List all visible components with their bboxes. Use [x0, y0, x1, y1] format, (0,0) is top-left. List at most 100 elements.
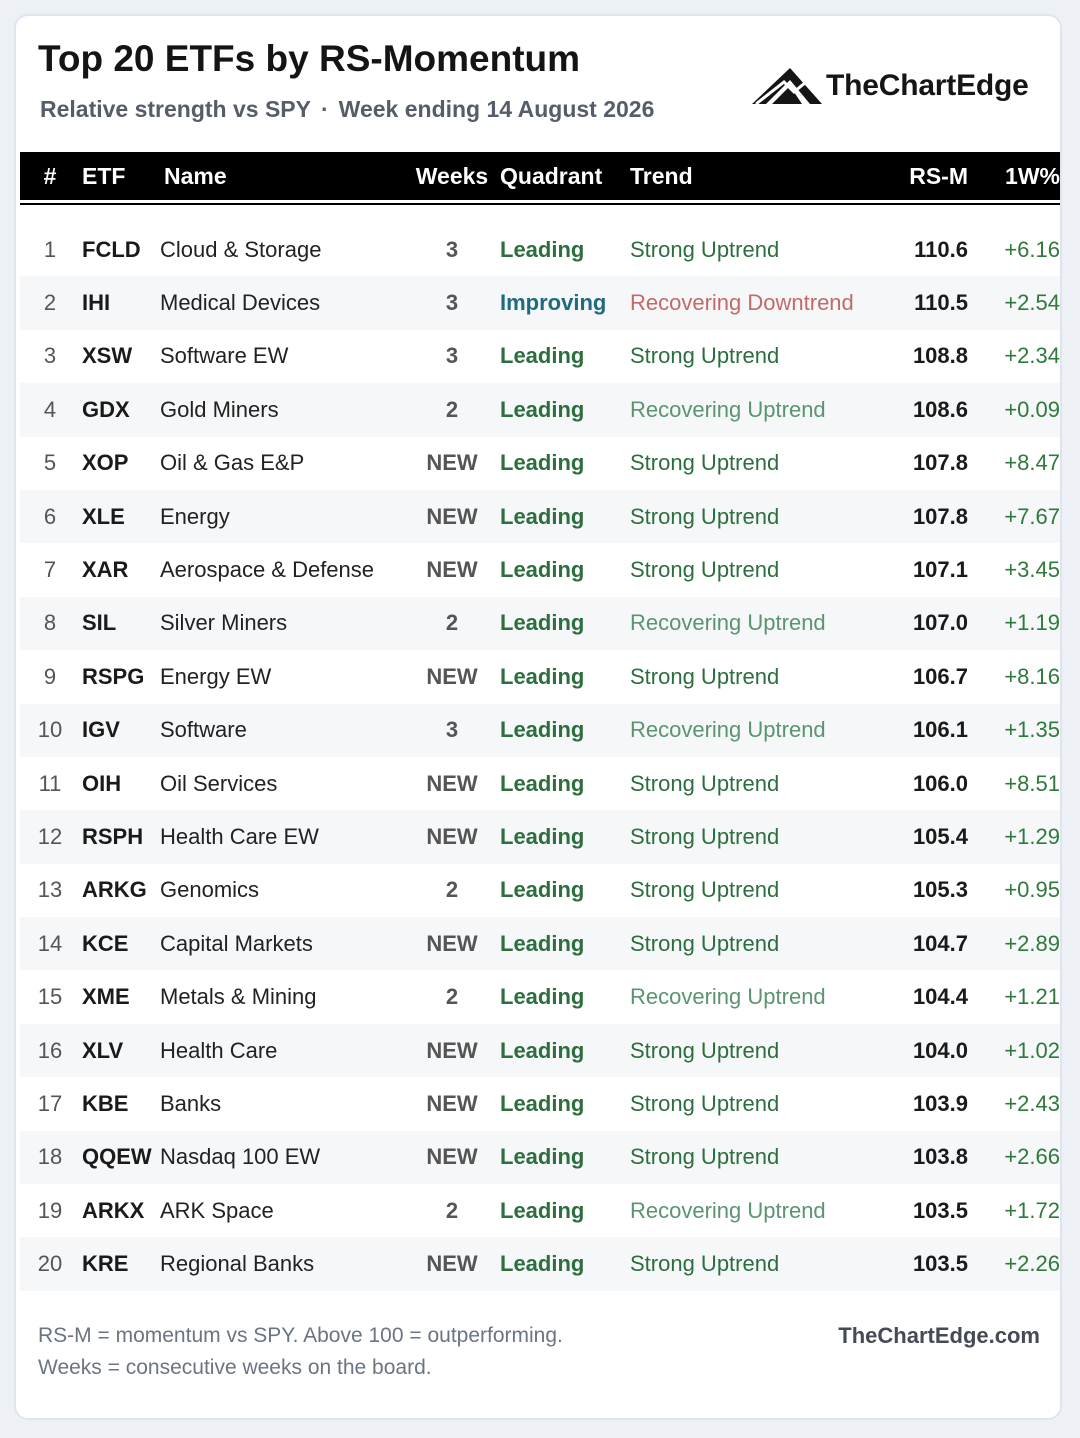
cell-weeks: 3 — [445, 290, 459, 316]
brand-name: TheChartEdge — [826, 69, 1029, 102]
cell-weeks: 2 — [445, 877, 459, 903]
table-row: 17 KBE Banks NEW Leading Strong Uptrend 103.9 +… — [20, 1077, 1060, 1130]
cell-change: +8.47 — [1004, 450, 1060, 476]
cell-etf: ARKG — [82, 877, 147, 903]
cell-trend: Strong Uptrend — [630, 930, 780, 956]
cell-etf: RSPH — [82, 823, 144, 849]
cell-rank: 8 — [43, 610, 57, 636]
cell-rank: 10 — [37, 717, 63, 743]
cell-trend: Strong Uptrend — [630, 1090, 780, 1116]
cell-rsm: 110.6 — [914, 236, 968, 262]
cell-rsm: 104.4 — [912, 984, 968, 1010]
cell-weeks: NEW — [426, 1251, 478, 1277]
subtitle-week: Week ending 14 August 2026 — [338, 96, 655, 122]
table-row: 10 IGV Software 3 Leading Recovering Uptrend 1… — [20, 703, 1060, 757]
cell-change: +0.95 — [1004, 877, 1060, 903]
cell-etf: XSW — [82, 343, 133, 369]
cell-trend: Strong Uptrend — [630, 1037, 780, 1063]
cell-etf: XLV — [82, 1037, 124, 1063]
cell-weeks: NEW — [426, 503, 478, 529]
cell-weeks: NEW — [426, 557, 478, 583]
col-header-quadrant: Quadrant — [500, 162, 603, 189]
table-row: 20 KRE Regional Banks NEW Leading Strong Uptr… — [20, 1237, 1060, 1291]
cell-rank: 7 — [43, 557, 57, 583]
cell-name: Genomics — [160, 877, 260, 903]
cell-trend: Recovering Uptrend — [630, 1197, 826, 1223]
cell-weeks: 3 — [445, 236, 459, 262]
table-row: 11 OIH Oil Services NEW Leading Strong Uptren… — [20, 757, 1060, 810]
report-card: Top 20 ETFs by RS-Momentum Relative stre… — [14, 14, 1062, 1420]
cell-change: +8.16 — [1004, 663, 1060, 689]
cell-etf: GDX — [82, 396, 130, 422]
cell-rsm: 107.1 — [912, 557, 968, 583]
cell-rsm: 106.1 — [912, 717, 968, 743]
cell-weeks: NEW — [426, 1144, 478, 1170]
header-rule — [20, 203, 1060, 205]
cell-weeks: NEW — [426, 1037, 478, 1063]
cell-change: +8.51 — [1004, 770, 1060, 796]
cell-trend: Recovering Uptrend — [630, 717, 826, 743]
cell-weeks: 3 — [445, 343, 459, 369]
cell-trend: Strong Uptrend — [630, 343, 780, 369]
cell-change: +0.09 — [1004, 396, 1060, 422]
table-row: 3 XSW Software EW 3 Leading Strong Uptrend 108… — [20, 330, 1060, 383]
cell-etf: IHI — [82, 290, 111, 316]
cell-change: +2.34 — [1004, 343, 1060, 369]
table-header: # ETF Name Weeks Quadrant Trend RS-M 1W% — [20, 152, 1060, 200]
cell-weeks: NEW — [426, 1090, 478, 1116]
cell-quadrant: Leading — [500, 1197, 585, 1223]
cell-rsm: 104.7 — [912, 930, 968, 956]
cell-quadrant: Leading — [500, 663, 585, 689]
table-row: 12 RSPH Health Care EW NEW Leading Strong Upt… — [20, 810, 1060, 864]
cell-etf: SIL — [82, 610, 117, 636]
table-body: 1 FCLD Cloud & Storage 3 Leading Strong Uptre… — [20, 223, 1060, 1291]
cell-change: +6.16 — [1004, 236, 1060, 262]
cell-name: Cloud & Storage — [160, 236, 322, 262]
cell-change: +2.89 — [1004, 930, 1060, 956]
cell-trend: Strong Uptrend — [630, 450, 780, 476]
table-row: 15 XME Metals & Mining 2 Leading Recovering U… — [20, 970, 1060, 1023]
cell-rank: 4 — [43, 396, 57, 422]
cell-quadrant: Leading — [500, 1037, 585, 1063]
cell-change: +2.54 — [1004, 290, 1060, 316]
cell-trend: Recovering Uptrend — [630, 396, 826, 422]
cell-change: +3.45 — [1004, 557, 1060, 583]
cell-etf: XAR — [82, 557, 129, 583]
cell-rsm: 107.8 — [912, 450, 968, 476]
cell-quadrant: Improving — [500, 290, 607, 316]
cell-rsm: 108.8 — [912, 343, 968, 369]
cell-name: Nasdaq 100 EW — [160, 1144, 321, 1170]
cell-rank: 19 — [37, 1197, 63, 1223]
cell-weeks: NEW — [426, 663, 478, 689]
cell-weeks: 2 — [445, 610, 459, 636]
cell-name: Oil & Gas E&P — [160, 450, 305, 476]
cell-weeks: NEW — [426, 450, 478, 476]
table-row: 8 SIL Silver Miners 2 Leading Recovering Uptr… — [20, 596, 1060, 651]
cell-quadrant: Leading — [500, 770, 585, 796]
table-row: 1 FCLD Cloud & Storage 3 Leading Strong Uptre… — [20, 223, 1060, 276]
cell-quadrant: Leading — [500, 610, 585, 636]
cell-weeks: NEW — [426, 823, 478, 849]
cell-rsm: 107.0 — [912, 610, 968, 636]
cell-quadrant: Leading — [500, 930, 585, 956]
cell-change: +1.72 — [1004, 1197, 1060, 1223]
cell-rank: 6 — [43, 503, 57, 529]
cell-change: +2.26 — [1004, 1251, 1060, 1277]
cell-rsm: 105.4 — [912, 823, 968, 849]
cell-trend: Strong Uptrend — [630, 1251, 780, 1277]
cell-change: +1.29 — [1004, 823, 1060, 849]
cell-etf: XLE — [82, 503, 125, 529]
cell-trend: Strong Uptrend — [630, 1144, 780, 1170]
cell-change: +7.67 — [1004, 503, 1060, 529]
cell-change: +1.19 — [1004, 610, 1060, 636]
cell-name: Silver Miners — [160, 610, 288, 636]
col-header-weeks: Weeks — [415, 162, 489, 189]
cell-weeks: 2 — [445, 984, 459, 1010]
cell-rsm: 110.5 — [914, 290, 968, 316]
cell-etf: FCLD — [82, 236, 141, 262]
cell-quadrant: Leading — [500, 717, 585, 743]
cell-change: +2.43 — [1004, 1090, 1060, 1116]
col-header-name: Name — [164, 162, 227, 189]
cell-quadrant: Leading — [500, 503, 585, 529]
cell-etf: OIH — [82, 770, 122, 796]
